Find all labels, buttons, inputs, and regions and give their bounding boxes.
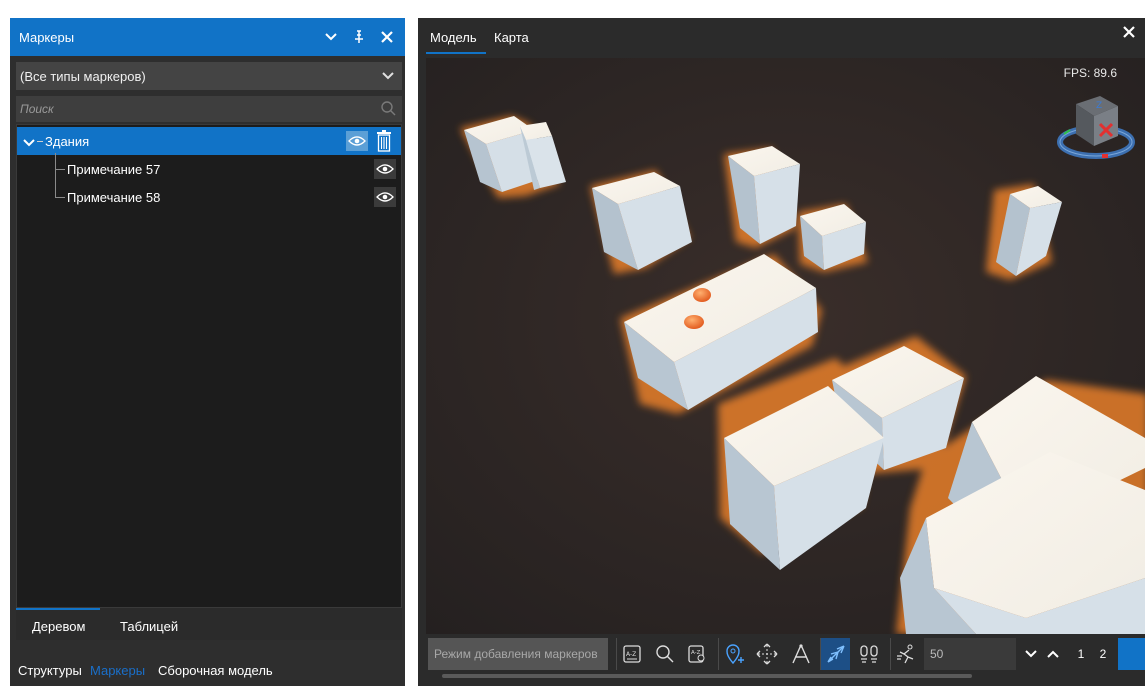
move-icon[interactable] [752,638,782,670]
run-icon[interactable] [890,638,920,670]
svg-text:Z: Z [1096,101,1102,111]
add-marker-icon[interactable] [718,638,748,670]
tab-model[interactable]: Модель [430,30,477,45]
panel-title: Маркеры [19,29,75,45]
view-mode-tabs: Деревом Таблицей [16,608,402,640]
walk-icon[interactable] [854,638,884,670]
active-tab-indicator [16,608,100,610]
page-button-2[interactable]: 2 [1092,638,1114,670]
tab-structures[interactable]: Структуры [18,663,82,678]
tab-tree-view[interactable]: Деревом [32,619,85,634]
marker-tree: Здания Примечание 57 Примечание 58 [16,124,402,608]
pin-icon[interactable] [345,23,373,51]
tab-map[interactable]: Карта [494,30,529,45]
nav-cube-icon[interactable]: Z [1056,80,1138,162]
scale-input[interactable]: 50 [924,638,1016,670]
sort-az-icon[interactable]: A-Z [616,638,646,670]
search-icon[interactable] [380,100,396,119]
tree-node-item[interactable]: Примечание 57 [17,155,401,183]
tab-assembly-model[interactable]: Сборочная модель [158,663,273,678]
search-icon[interactable] [650,638,680,670]
markers-panel: Маркеры (Все типы маркеров) Поиск Здания… [10,18,405,686]
page-button-active[interactable] [1118,638,1145,670]
3d-scene[interactable] [426,58,1145,634]
marker-type-selected: (Все типы маркеров) [20,68,146,84]
tree-node-group[interactable]: Здания [17,127,401,155]
horizontal-scrollbar[interactable] [442,674,972,678]
marker-pin[interactable] [684,315,704,329]
tree-node-label: Примечание 57 [67,162,161,177]
fly-icon[interactable] [820,638,850,670]
model-view-panel: Модель Карта FPS: 89.6 Z Режим добавлени… [418,18,1145,686]
close-icon[interactable] [373,23,401,51]
tree-node-label: Примечание 58 [67,190,161,205]
chevron-down-icon[interactable] [1020,638,1042,670]
tab-markers[interactable]: Маркеры [90,663,145,678]
measure-icon[interactable] [786,638,816,670]
tab-table-view[interactable]: Таблицей [120,619,178,634]
eye-icon[interactable] [346,131,368,151]
viewport-toolbar: Режим добавления маркеров A-Z A-Z 50 1 2 [426,636,1145,674]
marker-type-select[interactable]: (Все типы маркеров) [16,62,402,90]
tree-node-item[interactable]: Примечание 58 [17,183,401,211]
chevron-down-icon[interactable] [317,23,345,51]
3d-viewport[interactable]: FPS: 89.6 Z [426,58,1145,634]
panel-tabs: Структуры Маркеры Сборочная модель [10,646,405,686]
eye-icon[interactable] [374,187,396,207]
markers-panel-header: Маркеры [10,18,405,56]
eye-icon[interactable] [374,159,396,179]
chevron-up-icon[interactable] [1042,638,1064,670]
svg-text:A-Z: A-Z [626,651,636,658]
chevron-down-icon[interactable] [23,135,35,150]
search-field [16,96,402,122]
page-button-1[interactable]: 1 [1070,638,1092,670]
chevron-down-icon [382,68,394,83]
fps-counter: FPS: 89.6 [1063,66,1117,80]
close-icon[interactable] [1123,26,1135,41]
find-az-icon[interactable]: A-Z [682,638,712,670]
active-tab-indicator [426,52,486,54]
add-markers-mode-button[interactable]: Режим добавления маркеров [428,638,608,670]
view-tabs: Модель Карта [418,18,1145,54]
marker-pin[interactable] [693,288,711,302]
search-input[interactable] [20,102,360,116]
tree-node-label: Здания [45,134,90,149]
trash-icon[interactable] [374,129,394,153]
